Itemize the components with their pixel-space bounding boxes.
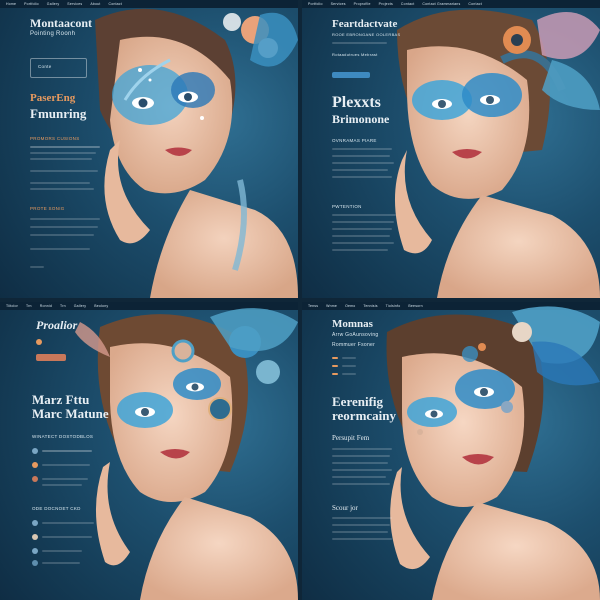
field-label: Conte <box>38 64 52 69</box>
page-title: Montaacont <box>30 16 92 30</box>
text-line <box>332 462 388 464</box>
text-line <box>42 484 82 486</box>
panel-top-left: Home Portfolio Gallery Services About Co… <box>0 0 298 298</box>
text-line <box>30 234 94 236</box>
text-line <box>332 538 392 540</box>
heading-accent: PaserEng <box>30 92 76 104</box>
heading-main: Fmunring <box>30 106 87 121</box>
text-line <box>332 524 390 526</box>
caption: Rotaadutrues Mebrast <box>332 52 378 57</box>
panel-divider <box>0 298 600 302</box>
text-line <box>42 450 92 452</box>
text-line <box>30 170 98 172</box>
list-icon <box>32 534 38 540</box>
list-icon <box>32 548 38 554</box>
text-line <box>332 162 394 164</box>
page-title: Momnas <box>332 318 373 330</box>
text-line <box>332 469 392 471</box>
panel-bottom-left: Tiitolor Trn Ronnid Trn Gallery Beolony <box>0 302 298 600</box>
progress-item <box>332 365 338 367</box>
section-heading: OVNRAMAS PIARE <box>332 138 377 143</box>
image-grid: Home Portfolio Gallery Services About Co… <box>0 0 600 600</box>
text-line <box>332 155 390 157</box>
text-line <box>332 455 390 457</box>
list-icon <box>32 476 38 482</box>
text-line <box>342 357 356 359</box>
text-line <box>42 478 88 480</box>
text-line <box>342 365 356 367</box>
caption: Rommuer Fsoner <box>332 342 376 348</box>
text-line <box>332 249 388 251</box>
panel-top-right: Portfolio Services Proprofile Projects C… <box>302 0 600 298</box>
cta-button[interactable] <box>332 72 370 78</box>
section-heading: ODE DOCNOET CKD <box>32 506 81 511</box>
text-line <box>42 464 90 466</box>
text-line <box>30 226 98 228</box>
list-icon <box>32 560 38 566</box>
text-line <box>30 248 90 250</box>
text-line <box>332 483 390 485</box>
text-line <box>30 188 94 190</box>
text-line <box>332 228 392 230</box>
text-line <box>30 182 90 184</box>
section-heading: PWTENTION <box>332 204 362 209</box>
text-line <box>30 152 96 154</box>
text-line <box>332 169 388 171</box>
text-line <box>30 158 92 160</box>
heading-main: Marc Matune <box>32 406 109 421</box>
text-line <box>332 476 386 478</box>
section-heading: Persupit Fem <box>332 434 370 442</box>
page-subtitle: ROOE EBRONGANE OOLERBAS <box>332 32 401 37</box>
section-heading: PROMORS CUSIONS <box>30 136 80 141</box>
page-subtitle: Pointing Roonh <box>30 31 76 37</box>
text-line <box>332 176 392 178</box>
text-line <box>42 536 92 538</box>
text-line <box>332 448 392 450</box>
toggle-icon[interactable] <box>36 339 42 345</box>
text-line <box>30 146 100 148</box>
text-line <box>30 266 44 268</box>
section-heading: Scour jor <box>332 504 358 512</box>
progress-item <box>332 357 338 359</box>
text-line <box>332 242 394 244</box>
section-heading: WINATECT DOSTODBLOS <box>32 434 94 439</box>
heading-main: reormcainy <box>332 408 397 423</box>
page-title: Feartdactvate <box>332 18 398 30</box>
text-line <box>332 148 392 150</box>
list-icon <box>32 520 38 526</box>
heading-main: Plexxts <box>332 94 381 111</box>
text-line <box>42 522 94 524</box>
text-line <box>342 373 356 375</box>
cta-button[interactable] <box>36 354 66 361</box>
text-line <box>332 214 396 216</box>
text-line <box>332 531 388 533</box>
text-line <box>332 235 390 237</box>
page-subtitle: Arrw GoAunsoving <box>332 332 379 338</box>
page-title: Proalior <box>36 318 78 332</box>
panel-bottom-right: Tenss Wnme Oemo Tennisis Tiolsinfo Beeso… <box>302 302 600 600</box>
text-line <box>42 550 82 552</box>
text-line <box>332 42 387 44</box>
progress-item <box>332 373 338 375</box>
text-line <box>332 517 392 519</box>
list-icon <box>32 448 38 454</box>
heading-main: Brimonone <box>332 112 390 126</box>
section-heading: PROTE SONIG <box>30 206 65 211</box>
portrait-image <box>95 8 298 298</box>
text-line <box>332 221 394 223</box>
list-icon <box>32 462 38 468</box>
text-line <box>30 218 100 220</box>
text-line <box>42 562 80 564</box>
